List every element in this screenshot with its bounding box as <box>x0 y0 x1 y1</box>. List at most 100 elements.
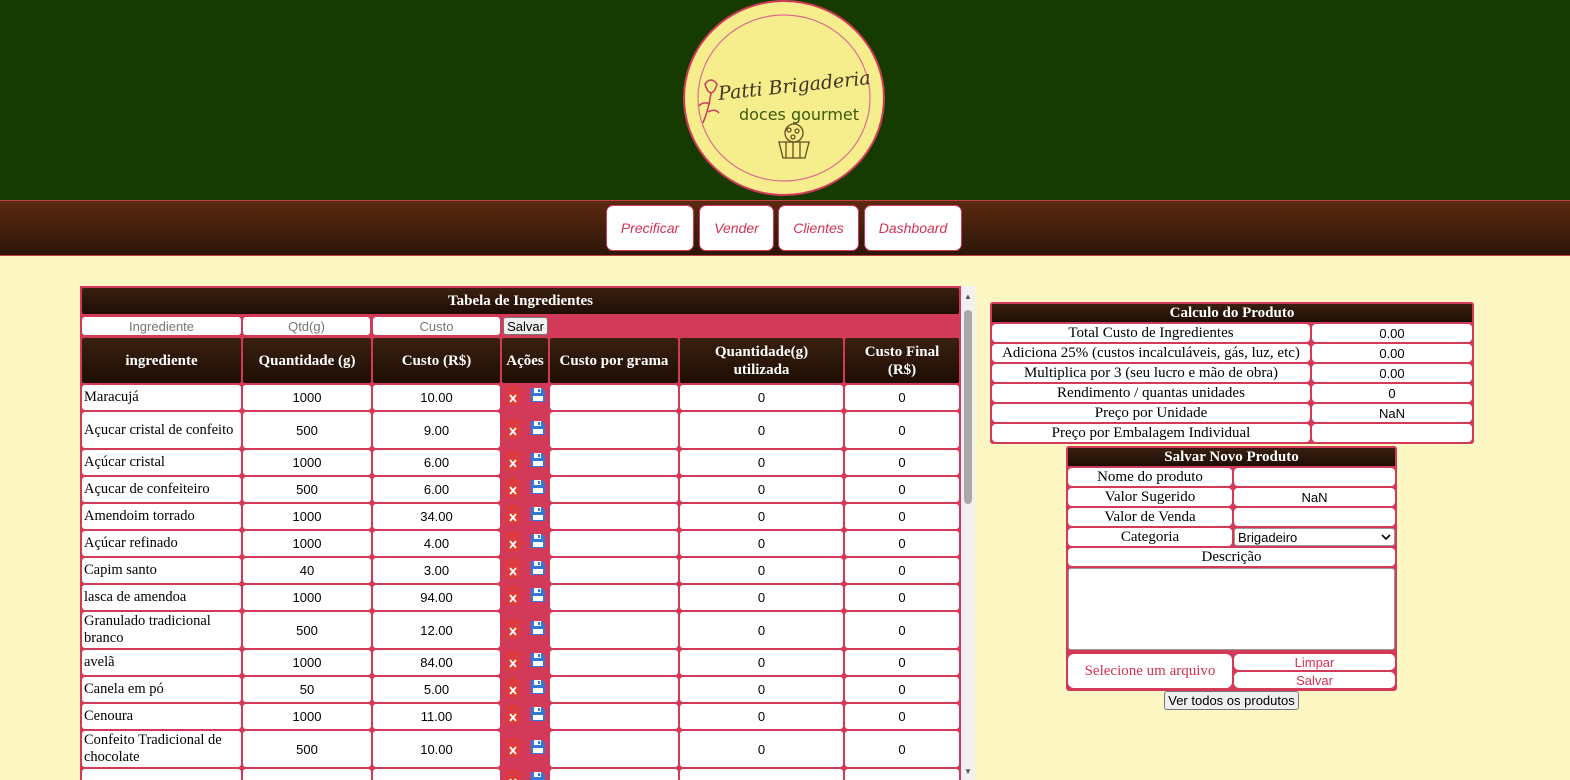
save-icon[interactable] <box>530 652 546 673</box>
save-icon[interactable] <box>530 679 546 700</box>
product-name-input[interactable] <box>1234 468 1395 486</box>
save-icon[interactable] <box>530 533 546 554</box>
save-icon[interactable] <box>530 387 546 408</box>
cell-quantity-used[interactable]: 0 <box>680 531 843 556</box>
cell-final-cost <box>845 769 959 780</box>
cell-cost-per-gram <box>550 558 678 583</box>
save-icon[interactable] <box>530 620 546 641</box>
save-icon[interactable] <box>530 452 546 473</box>
suggested-value-label: Valor Sugerido <box>1068 488 1232 506</box>
cell-quantity-used[interactable]: 0 <box>680 612 843 648</box>
cell-ingredient-name <box>82 769 241 780</box>
scroll-up-icon[interactable]: ▲ <box>964 292 972 301</box>
new-ingredient-qty-input[interactable] <box>243 317 370 335</box>
category-select[interactable]: Brigadeiro <box>1234 528 1395 546</box>
calc-value-yield[interactable]: 0 <box>1312 384 1472 402</box>
cell-quantity-used[interactable]: 0 <box>680 504 843 529</box>
save-icon[interactable] <box>530 560 546 581</box>
delete-icon[interactable] <box>504 617 522 643</box>
cell-final-cost: 0 <box>845 731 959 767</box>
cell-quantity: 1000 <box>243 450 371 475</box>
nav-clientes-button[interactable]: Clientes <box>778 205 859 251</box>
cell-final-cost: 0 <box>845 450 959 475</box>
cell-quantity-used[interactable]: 0 <box>680 704 843 729</box>
cell-quantity-used[interactable]: 0 <box>680 650 843 675</box>
nav-precificar-button[interactable]: Precificar <box>606 205 694 251</box>
cell-cost-per-gram <box>550 677 678 702</box>
delete-icon[interactable] <box>504 450 522 475</box>
save-icon[interactable] <box>530 739 546 760</box>
scroll-thumb[interactable] <box>964 310 972 504</box>
cell-quantity-used[interactable] <box>680 769 843 780</box>
row-actions <box>502 450 550 475</box>
calc-value-packaging[interactable] <box>1312 424 1472 442</box>
delete-icon[interactable] <box>504 585 522 610</box>
cell-quantity-used[interactable]: 0 <box>680 450 843 475</box>
save-product-button[interactable]: Salvar <box>1234 672 1395 688</box>
view-all-products-button[interactable]: Ver todos os produtos <box>1164 691 1299 710</box>
delete-icon[interactable] <box>504 531 522 556</box>
cell-ingredient-name: avelã <box>82 650 241 675</box>
save-icon[interactable] <box>530 587 546 608</box>
cell-final-cost: 0 <box>845 385 959 410</box>
delete-icon[interactable] <box>504 650 522 675</box>
delete-icon[interactable] <box>504 769 522 780</box>
cell-quantity-used[interactable]: 0 <box>680 558 843 583</box>
delete-icon[interactable] <box>504 385 522 410</box>
save-icon[interactable] <box>530 479 546 500</box>
save-icon[interactable] <box>530 706 546 727</box>
delete-icon[interactable] <box>504 504 522 529</box>
save-icon[interactable] <box>530 771 546 780</box>
cell-cost: 4.00 <box>373 531 500 556</box>
cell-cost-per-gram <box>550 769 678 780</box>
cell-ingredient-name: lasca de amendoa <box>82 585 241 610</box>
cell-quantity: 500 <box>243 477 371 502</box>
description-textarea[interactable] <box>1068 568 1395 650</box>
sale-value-label: Valor de Venda <box>1068 508 1232 526</box>
cell-quantity-used[interactable]: 0 <box>680 731 843 767</box>
cell-quantity-used[interactable]: 0 <box>680 385 843 410</box>
cell-quantity-used[interactable]: 0 <box>680 477 843 502</box>
cell-quantity-used[interactable]: 0 <box>680 677 843 702</box>
select-file-button[interactable]: Selecione um arquivo <box>1068 654 1232 688</box>
cell-quantity-used[interactable]: 0 <box>680 585 843 610</box>
table-scrollbar[interactable]: ▲ ▼ <box>961 286 975 780</box>
cell-final-cost: 0 <box>845 704 959 729</box>
save-icon[interactable] <box>530 420 546 441</box>
ingredients-table-title: Tabela de Ingredientes <box>82 288 959 314</box>
description-label: Descrição <box>1068 548 1395 566</box>
ingredients-table: Tabela de Ingredientes Salvar ingredient… <box>80 286 961 780</box>
cell-quantity: 1000 <box>243 704 371 729</box>
delete-icon[interactable] <box>504 704 522 729</box>
save-icon[interactable] <box>530 506 546 527</box>
delete-icon[interactable] <box>504 677 522 702</box>
cell-ingredient-name: Confeito Tradicional de chocolate <box>82 731 241 767</box>
add-ingredient-button[interactable]: Salvar <box>503 317 548 335</box>
delete-icon[interactable] <box>504 417 522 443</box>
new-ingredient-name-input[interactable] <box>82 317 241 335</box>
cell-cost: 10.00 <box>373 731 500 767</box>
clear-button[interactable]: Limpar <box>1234 654 1395 670</box>
cell-ingredient-name: Açucar cristal de confeito <box>82 412 241 448</box>
delete-icon[interactable] <box>504 558 522 583</box>
cell-ingredient-name: Açúcar cristal <box>82 450 241 475</box>
row-actions <box>502 477 550 502</box>
ingredients-panel[interactable]: Tabela de Ingredientes Salvar ingredient… <box>80 286 975 780</box>
cell-quantity-used[interactable]: 0 <box>680 412 843 448</box>
calc-label-add25: Adiciona 25% (custos incalculáveis, gás,… <box>992 344 1310 362</box>
scroll-down-icon[interactable]: ▼ <box>964 767 972 776</box>
new-ingredient-cost-input[interactable] <box>373 317 500 335</box>
cell-quantity: 500 <box>243 612 371 648</box>
row-actions <box>502 412 550 448</box>
delete-icon[interactable] <box>504 736 522 762</box>
delete-icon[interactable] <box>504 477 522 502</box>
nav-vender-button[interactable]: Vender <box>699 205 774 251</box>
nav-dashboard-button[interactable]: Dashboard <box>864 205 962 251</box>
cell-cost-per-gram <box>550 450 678 475</box>
sale-value-input[interactable] <box>1234 508 1395 526</box>
calc-label-yield: Rendimento / quantas unidades <box>992 384 1310 402</box>
row-actions <box>502 385 550 410</box>
cell-final-cost: 0 <box>845 650 959 675</box>
product-name-label: Nome do produto <box>1068 468 1232 486</box>
header-quantidade-utilizada: Quantidade(g) utilizada <box>680 338 843 383</box>
